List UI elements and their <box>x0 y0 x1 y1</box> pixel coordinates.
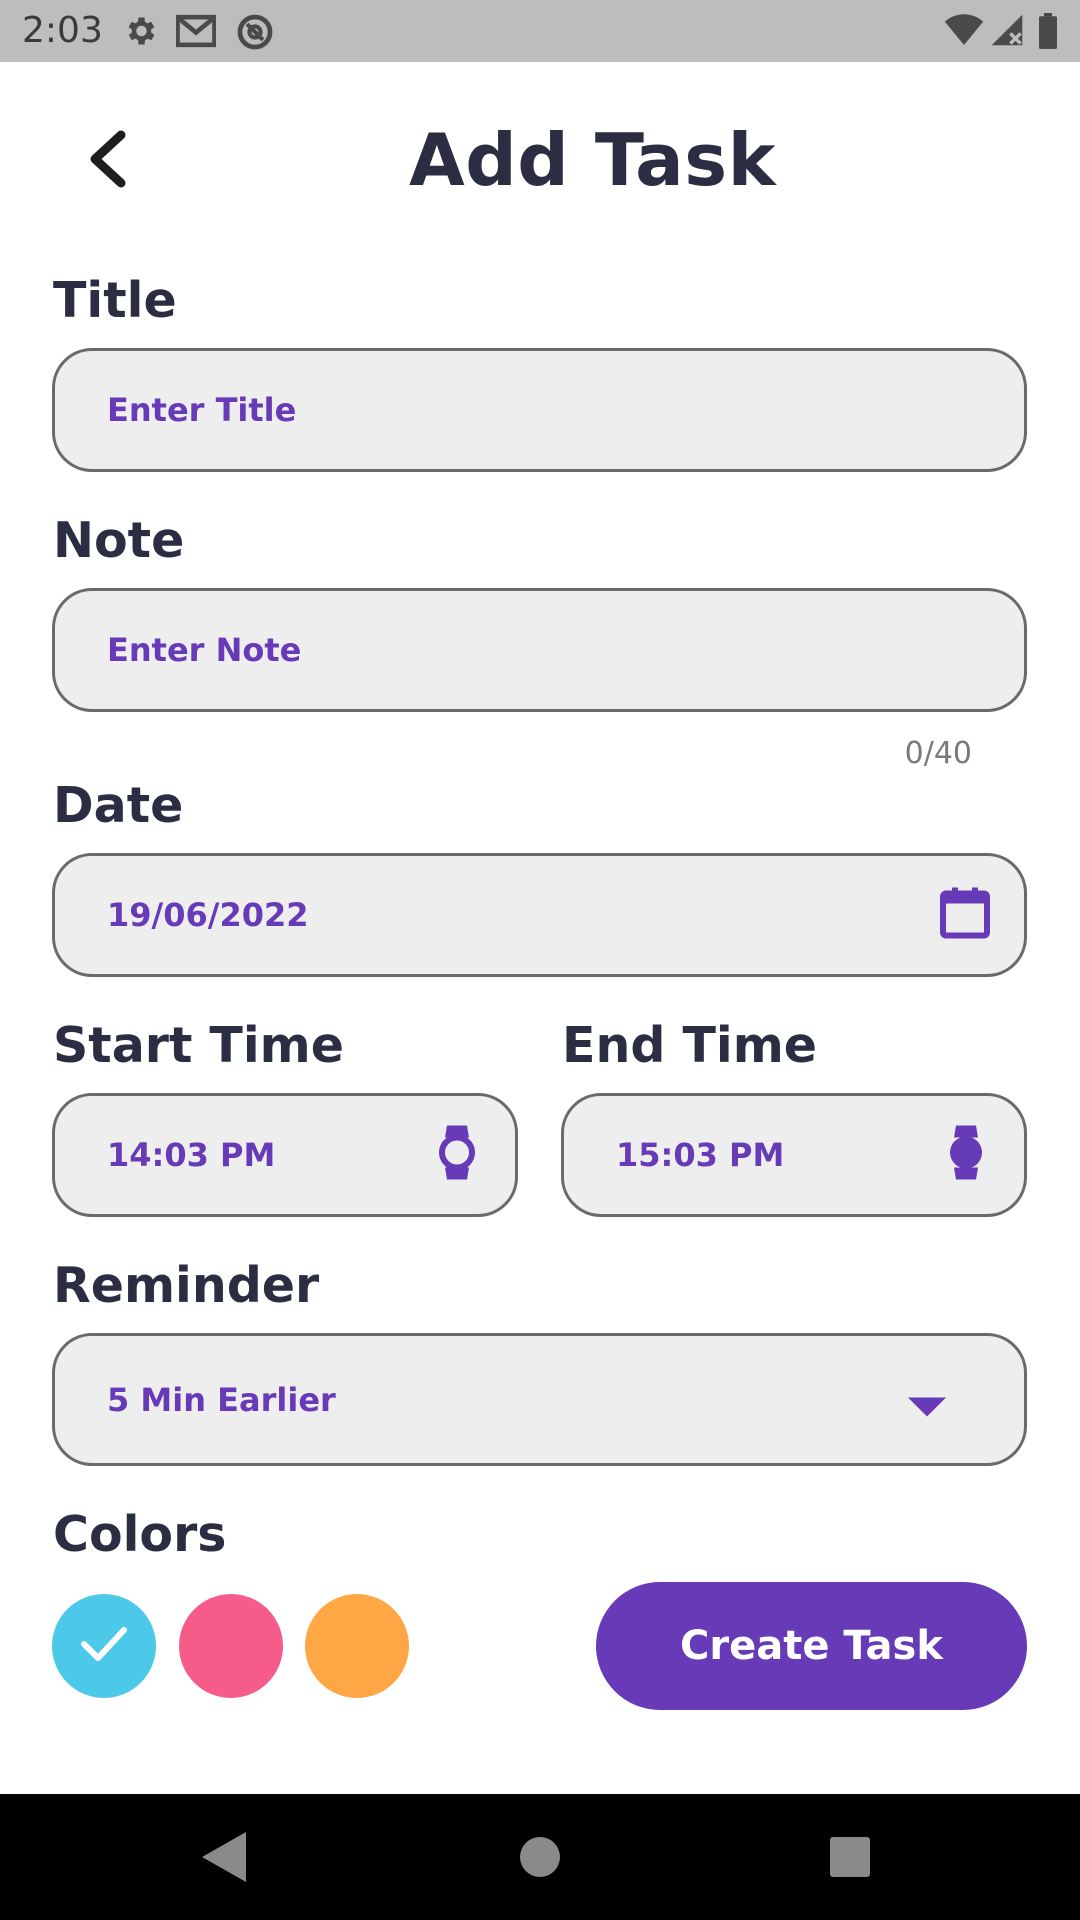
start-time-value: 14:03 PM <box>107 1136 276 1174</box>
signal-icon <box>990 13 1024 52</box>
wifi-icon <box>944 13 984 52</box>
back-triangle-icon[interactable] <box>192 1824 258 1890</box>
home-circle-icon[interactable] <box>507 1824 573 1890</box>
date-value: 19/06/2022 <box>107 896 309 934</box>
date-label: Date <box>53 777 184 834</box>
note-char-counter: 0/40 <box>904 736 972 771</box>
color-swatch-orange[interactable] <box>305 1594 409 1698</box>
title-placeholder: Enter Title <box>107 391 297 429</box>
status-time: 2:03 <box>22 10 103 51</box>
end-time-field[interactable]: 15:03 PM <box>561 1093 1027 1217</box>
watch-icon[interactable] <box>437 1124 477 1187</box>
check-icon <box>80 1624 128 1669</box>
dropdown-arrow-icon[interactable] <box>908 1397 946 1422</box>
note-input[interactable]: Enter Note <box>52 588 1027 712</box>
recents-square-icon[interactable] <box>817 1824 883 1890</box>
colors-label: Colors <box>53 1506 227 1563</box>
reminder-value: 5 Min Earlier <box>107 1380 336 1419</box>
calendar-icon[interactable] <box>940 887 990 944</box>
title-input[interactable]: Enter Title <box>52 348 1027 472</box>
navigation-bar <box>0 1794 1080 1920</box>
title-label: Title <box>53 272 177 329</box>
create-task-button[interactable]: Create Task <box>596 1582 1027 1710</box>
note-placeholder: Enter Note <box>107 631 302 669</box>
status-bar: 2:03 <box>0 0 1080 62</box>
start-time-label: Start Time <box>53 1017 344 1074</box>
battery-icon <box>1038 13 1058 54</box>
color-swatch-pink[interactable] <box>179 1594 283 1698</box>
gear-icon <box>122 13 158 54</box>
at-sign-icon <box>236 13 274 56</box>
color-swatch-blue[interactable] <box>52 1594 156 1698</box>
start-time-field[interactable]: 14:03 PM <box>52 1093 518 1217</box>
end-time-value: 15:03 PM <box>616 1136 785 1174</box>
reminder-label: Reminder <box>53 1257 320 1314</box>
date-field[interactable]: 19/06/2022 <box>52 853 1027 977</box>
end-time-label: End Time <box>562 1017 818 1074</box>
watch-icon[interactable] <box>946 1124 986 1187</box>
gmail-icon <box>175 13 217 54</box>
reminder-dropdown[interactable]: 5 Min Earlier <box>52 1333 1027 1466</box>
page-title: Add Task <box>408 118 777 202</box>
note-label: Note <box>53 512 185 569</box>
